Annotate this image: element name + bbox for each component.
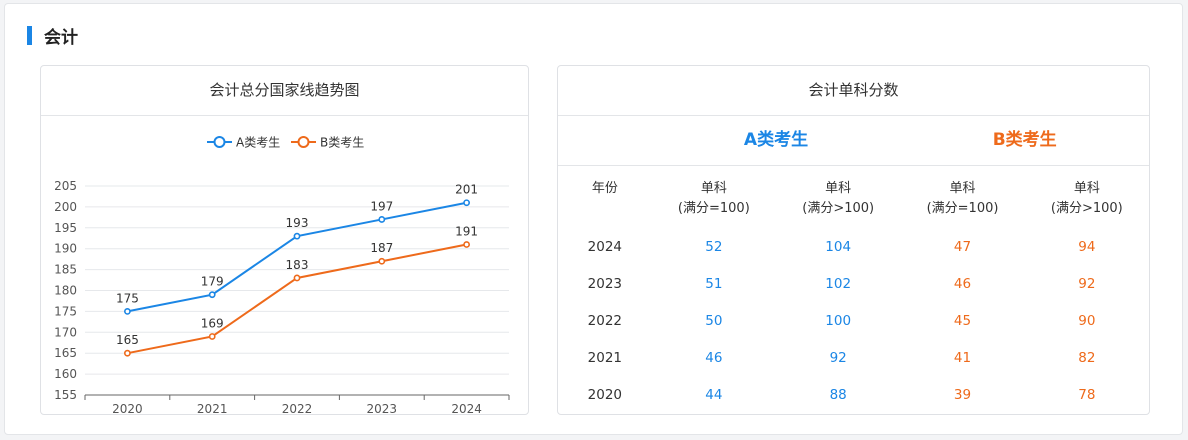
data-point [378,216,386,223]
subject-score-card: 会计单科分数 A类考生 B类考生 年份 单科 (满分=100) 单科 (满分>100… [557,65,1150,415]
data-point [124,307,131,315]
col-b-eq100-header: 单科 (满分=100) [926,181,999,216]
data-point [378,257,386,265]
data-label: 193 [286,216,309,230]
data-point [463,241,470,248]
x-tick-label: 2021 [197,402,228,414]
table-row: 2021 46 92 41 82 [587,350,1096,366]
legend-marker [297,136,310,148]
y-tick-label: 170 [54,325,77,339]
group-b-label: B类考生 [992,130,1057,150]
data-label: 191 [455,225,478,239]
table-row: 2020 44 88 39 78 [587,387,1096,403]
data-label: 187 [370,241,393,255]
table-row: 2023 51 102 46 92 [587,276,1096,292]
y-tick-label: 160 [54,367,77,381]
chart-card-title: 会计总分国家线趋势图 [41,66,528,116]
data-label: 169 [201,316,224,330]
y-tick-label: 175 [54,304,77,318]
data-point [124,349,131,357]
y-tick-label: 155 [54,388,77,402]
table-card-title: 会计单科分数 [558,66,1149,116]
y-tick-label: 205 [54,179,77,193]
col-b-gt100-header: 单科 (满分>100) [1050,181,1123,216]
year-header: 年份 [591,181,618,196]
data-point [293,274,301,282]
x-tick-label: 2020 [112,402,143,414]
data-label: 179 [201,275,224,289]
data-label: 165 [116,333,139,347]
section-accent-bar [27,25,32,45]
table-row: 2024 52 104 47 94 [587,239,1096,255]
trend-line-chart: A类考生 B类考生 155 160 165 170 175 180 185 190 195 200 20… [54,136,510,414]
table-row: 2022 50 100 45 90 [587,313,1096,329]
data-point [293,232,301,240]
y-tick-label: 165 [54,346,77,360]
x-tick-label: 2022 [282,402,313,414]
section-title: 会计 [44,27,78,48]
data-point [463,199,470,207]
data-label: 183 [286,258,309,272]
y-tick-label: 195 [54,221,77,235]
y-tick-label: 200 [54,200,77,214]
data-label: 201 [455,183,478,197]
data-label: 175 [116,291,139,305]
table-group-header: A类考生 B类考生 [558,116,1149,166]
trend-chart-card: 会计总分国家线趋势图 A类考生 B类考生 155 160 165 170 175 180 185… [40,65,529,415]
x-tick-label: 2024 [451,402,482,414]
data-label: 197 [370,199,393,213]
x-tick-label: 2023 [367,402,398,414]
legend-entry: A类考生 [236,136,280,150]
table-column-header: 年份 单科 (满分=100) 单科 (满分>100) 单科 (满分=100) 单科 (满… [558,166,1149,229]
data-point [208,291,216,299]
y-tick-label: 180 [54,284,77,298]
section-header: 会计 [27,24,78,48]
y-tick-label: 185 [54,263,77,277]
data-point [208,333,216,340]
col-a-eq100-header: 单科 (满分=100) [677,181,750,216]
group-a-label: A类考生 [743,130,809,150]
score-panel: 会计 会计总分国家线趋势图 A类考生 B类考生 155 160 165 170 175 180… [4,3,1183,435]
y-tick-label: 190 [54,242,77,256]
legend-entry: B类考生 [320,136,364,150]
col-a-gt100-header: 单科 (满分>100) [802,181,875,216]
legend-marker [213,136,226,148]
